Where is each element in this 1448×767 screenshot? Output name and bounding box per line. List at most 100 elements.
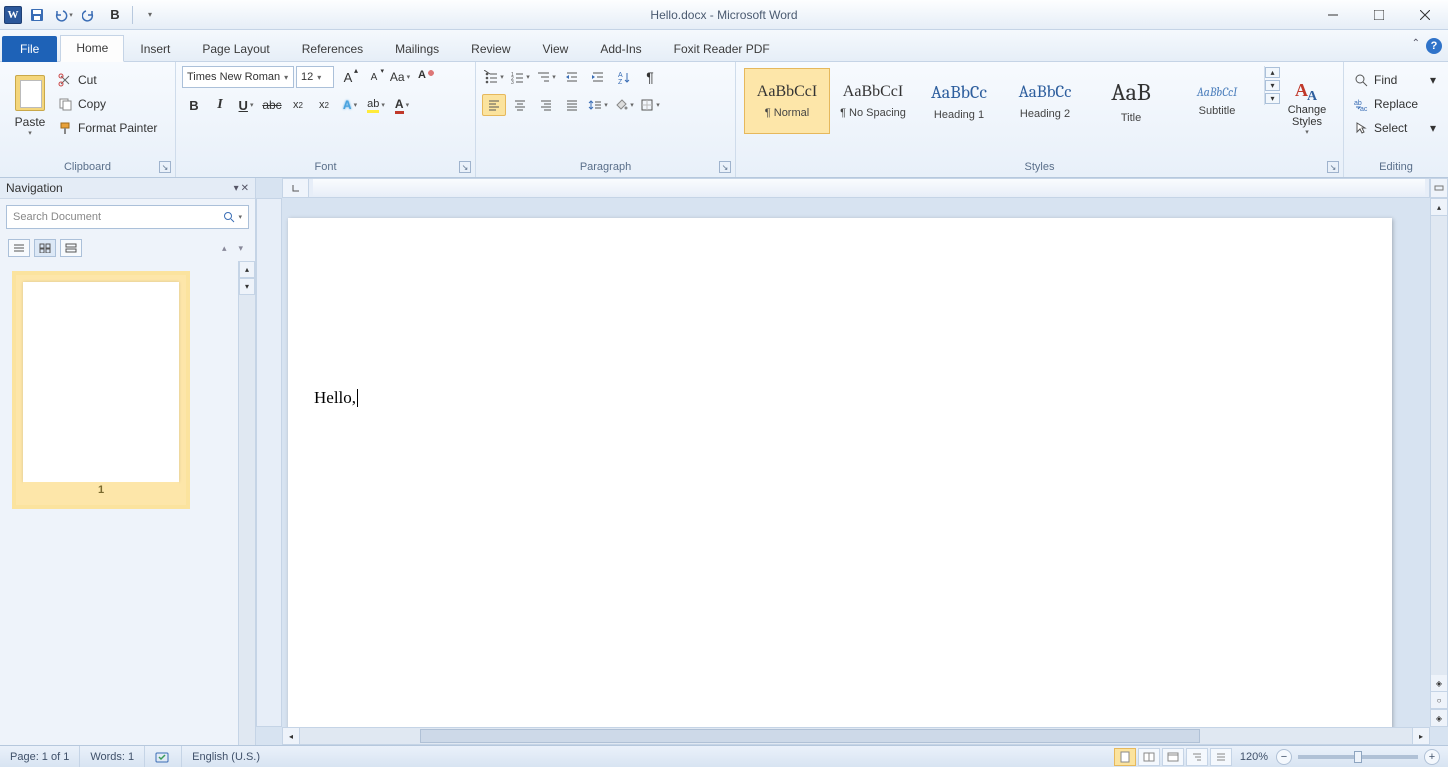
borders-button[interactable]: ▾ [638, 94, 662, 116]
help-button[interactable]: ? [1426, 38, 1442, 54]
zoom-slider-knob[interactable] [1354, 751, 1362, 763]
nav-tab-headings[interactable] [8, 239, 30, 257]
font-color-button[interactable]: A▾ [390, 94, 414, 116]
copy-button[interactable]: Copy [54, 92, 161, 116]
font-name-combo[interactable]: Times New Roman▾ [182, 66, 294, 88]
nav-scroll-up[interactable]: ▴ [239, 261, 255, 278]
qat-customize-button[interactable]: ▾ [139, 4, 161, 26]
hscroll-right[interactable]: ▸ [1412, 728, 1429, 744]
line-spacing-button[interactable]: ▾ [586, 94, 610, 116]
bold-button[interactable]: B [182, 94, 206, 116]
nav-menu-button[interactable]: ▾ [234, 183, 239, 194]
document-page[interactable]: Hello, [288, 218, 1392, 745]
close-button[interactable] [1402, 2, 1448, 28]
clear-formatting-button[interactable] [414, 66, 438, 88]
change-case-button[interactable]: Aa▾ [388, 66, 412, 88]
page-thumbnail-1[interactable]: 1 [12, 271, 190, 509]
tab-view[interactable]: View [527, 36, 585, 62]
tab-foxit[interactable]: Foxit Reader PDF [658, 36, 786, 62]
tab-home[interactable]: Home [60, 35, 124, 62]
nav-scrollbar[interactable]: ▴ ▾ [238, 261, 255, 745]
maximize-button[interactable] [1356, 2, 1402, 28]
italic-button[interactable]: I [208, 94, 232, 116]
multilevel-list-button[interactable]: ▾ [534, 66, 558, 88]
align-left-button[interactable] [482, 94, 506, 116]
status-language[interactable]: English (U.S.) [182, 746, 270, 767]
nav-tab-results[interactable] [60, 239, 82, 257]
redo-button[interactable] [78, 4, 100, 26]
format-painter-button[interactable]: Format Painter [54, 116, 161, 140]
clipboard-launcher[interactable]: ↘ [159, 161, 171, 173]
minimize-ribbon-button[interactable]: ⌃ [1412, 38, 1420, 54]
underline-button[interactable]: U▾ [234, 94, 258, 116]
status-proofing[interactable] [145, 746, 182, 767]
style-heading-1[interactable]: AaBbCcHeading 1 [916, 68, 1002, 134]
style-heading-2[interactable]: AaBbCcHeading 2 [1002, 68, 1088, 134]
shrink-font-button[interactable]: A▾ [362, 66, 386, 88]
vscroll-up[interactable]: ▴ [1431, 199, 1447, 216]
align-center-button[interactable] [508, 94, 532, 116]
style-subtitle[interactable]: AaBbCcISubtitle [1174, 68, 1260, 134]
bullets-button[interactable]: ▾ [482, 66, 506, 88]
cut-button[interactable]: Cut [54, 68, 161, 92]
styles-scroll-up[interactable]: ▴ [1265, 67, 1280, 78]
horizontal-ruler[interactable] [282, 178, 1430, 198]
zoom-in-button[interactable]: + [1424, 749, 1440, 765]
view-web-layout[interactable] [1162, 748, 1184, 766]
undo-button[interactable]: ▾ [52, 4, 74, 26]
highlight-button[interactable]: ab▾ [364, 94, 388, 116]
nav-search-input[interactable]: Search Document ▾ [6, 205, 249, 229]
nav-next-button[interactable]: ▾ [234, 243, 247, 254]
styles-gallery[interactable]: AaBbCcI¶ Normal AaBbCcI¶ No Spacing AaBb… [742, 66, 1262, 136]
tab-review[interactable]: Review [455, 36, 526, 62]
zoom-value[interactable]: 120% [1234, 751, 1274, 763]
superscript-button[interactable]: x2 [312, 94, 336, 116]
increase-indent-button[interactable] [586, 66, 610, 88]
nav-close-button[interactable]: ✕ [241, 183, 249, 194]
styles-expand[interactable]: ▾ [1265, 93, 1280, 104]
qat-bold-button[interactable]: B [104, 4, 126, 26]
style-normal[interactable]: AaBbCcI¶ Normal [744, 68, 830, 134]
shading-button[interactable]: ▾ [612, 94, 636, 116]
view-full-screen[interactable] [1138, 748, 1160, 766]
view-print-layout[interactable] [1114, 748, 1136, 766]
tab-selector[interactable] [283, 179, 309, 197]
justify-button[interactable] [560, 94, 584, 116]
status-words[interactable]: Words: 1 [80, 746, 145, 767]
view-draft[interactable] [1210, 748, 1232, 766]
show-hide-button[interactable]: ¶ [638, 66, 662, 88]
decrease-indent-button[interactable] [560, 66, 584, 88]
styles-launcher[interactable]: ↘ [1327, 161, 1339, 173]
nav-scroll-down[interactable]: ▾ [239, 278, 255, 295]
replace-button[interactable]: abac Replace [1350, 92, 1440, 116]
vertical-ruler[interactable] [256, 198, 282, 727]
tab-insert[interactable]: Insert [124, 36, 186, 62]
tab-page-layout[interactable]: Page Layout [186, 36, 285, 62]
hscroll-left[interactable]: ◂ [283, 728, 300, 744]
font-launcher[interactable]: ↘ [459, 161, 471, 173]
prev-page-button[interactable]: ◈ [1431, 675, 1447, 692]
strikethrough-button[interactable]: abc [260, 94, 284, 116]
select-button[interactable]: Select▾ [1350, 116, 1440, 140]
vertical-scrollbar[interactable]: ▴ ◈ ○ ◈ [1430, 198, 1448, 727]
subscript-button[interactable]: x2 [286, 94, 310, 116]
status-page[interactable]: Page: 1 of 1 [0, 746, 80, 767]
paragraph-launcher[interactable]: ↘ [719, 161, 731, 173]
tab-references[interactable]: References [286, 36, 379, 62]
minimize-button[interactable] [1310, 2, 1356, 28]
next-page-button[interactable]: ◈ [1431, 709, 1447, 726]
find-button[interactable]: Find▾ [1350, 68, 1440, 92]
save-button[interactable] [26, 4, 48, 26]
view-outline[interactable] [1186, 748, 1208, 766]
style-no-spacing[interactable]: AaBbCcI¶ No Spacing [830, 68, 916, 134]
nav-tab-pages[interactable] [34, 239, 56, 257]
tab-file[interactable]: File [2, 36, 57, 62]
browse-object-button[interactable]: ○ [1431, 692, 1447, 709]
sort-button[interactable]: AZ [612, 66, 636, 88]
zoom-slider[interactable] [1298, 755, 1418, 759]
hscroll-thumb[interactable] [420, 729, 1200, 743]
document-text[interactable]: Hello, [314, 388, 358, 408]
tab-addins[interactable]: Add-Ins [584, 36, 657, 62]
nav-prev-button[interactable]: ▴ [218, 243, 231, 254]
font-size-combo[interactable]: 12▾ [296, 66, 334, 88]
